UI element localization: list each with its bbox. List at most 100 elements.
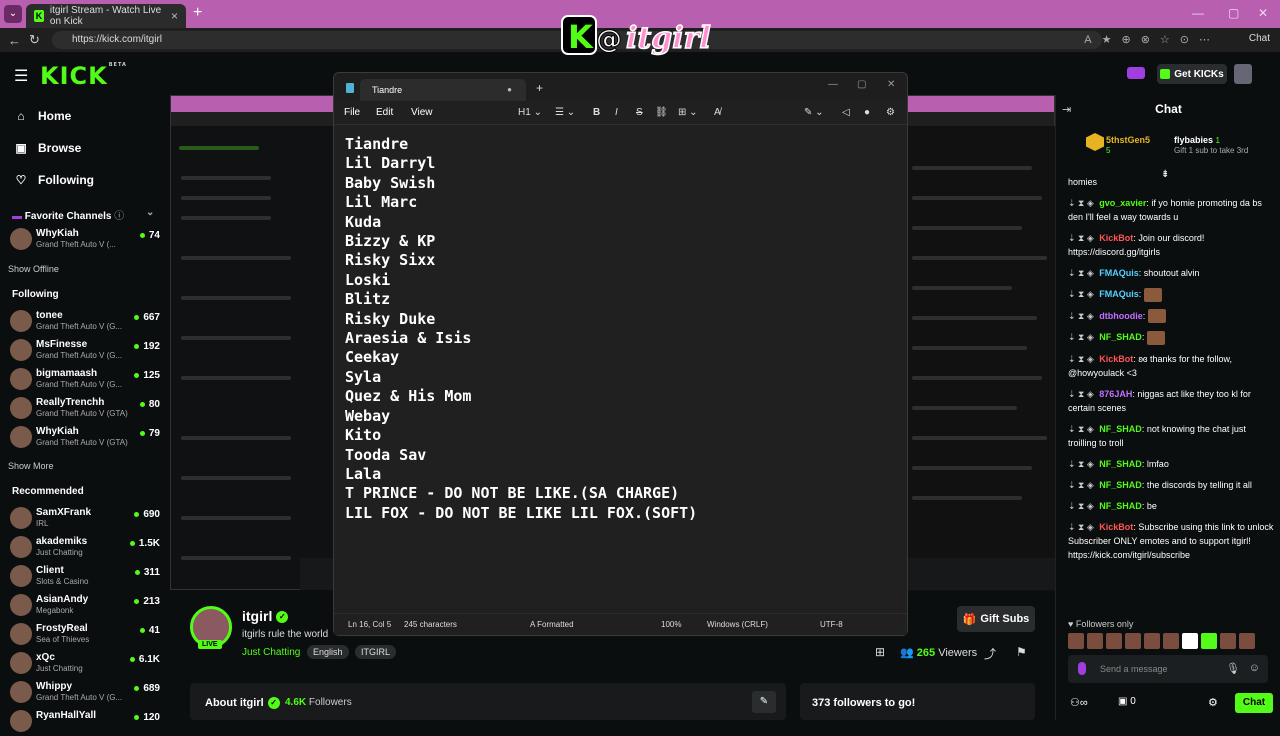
stream-category[interactable]: Just Chatting [242,647,300,658]
chat-send-button[interactable]: Chat [1235,693,1273,713]
close-icon[interactable]: ✕ [887,79,895,90]
nav-following[interactable]: ♡ Following [0,164,170,196]
italic-icon[interactable]: I [615,107,618,118]
menu-file[interactable]: File [344,107,360,118]
minimize-icon[interactable]: — [828,79,838,90]
chat-input[interactable]: Send a message 🎙 ☺ [1068,655,1268,683]
menu-edit[interactable]: Edit [376,107,393,118]
user-avatar[interactable] [1234,64,1252,84]
chat-message[interactable]: ⇣ ⧗ ◈ NF_SHAD: the discords by telling i… [1068,478,1276,492]
report-icon[interactable]: ⚑ [1016,645,1027,659]
emote[interactable] [1201,633,1217,649]
sidebar-channel-row[interactable]: FrostyReal Sea of Thieves 41 [10,621,160,649]
chat-username[interactable]: NF_SHAD [1099,332,1142,342]
emote[interactable] [1106,633,1122,649]
tag-itgirl[interactable]: ITGIRL [355,645,397,659]
kicks-bag-icon[interactable] [1127,67,1145,79]
streamer-name[interactable]: itgirl ✓ [242,608,289,624]
show-more-link[interactable]: Show More [8,461,54,471]
infinity-icon[interactable]: ⚇∞ [1070,696,1088,709]
format-status[interactable]: A Formatted [530,620,574,629]
window-close-icon[interactable]: ✕ [1258,6,1268,20]
bold-icon[interactable]: B [593,107,600,118]
chat-message[interactable]: ⇣ ⧗ ◈ NF_SHAD: be [1068,499,1276,513]
chat-message[interactable]: ⇣ ⧗ ◈ NF_SHAD: not knowing the chat just… [1068,422,1276,450]
sidebar-channel-row[interactable]: ReallyTrenchh Grand Theft Auto V (GTA) 80 [10,395,160,423]
chat-message[interactable]: ⇣ ⧗ ◈ gvo_xavier: if yo homie promoting … [1068,196,1276,224]
new-tab-icon[interactable]: + [193,4,202,22]
browser-tab[interactable]: K itgirl Stream - Watch Live on Kick × [26,4,186,28]
sidebar-channel-row[interactable]: Whippy Grand Theft Auto V (G... 689 [10,679,160,707]
gift-subs-button[interactable]: 🎁 Gift Subs [957,606,1035,632]
unsaved-dot-icon[interactable]: ● [507,79,512,101]
line-endings[interactable]: Windows (CRLF) [707,620,768,629]
sidebar-channel-row[interactable]: akademiks Just Chatting 1.5K [10,534,160,562]
emote[interactable] [1144,633,1160,649]
table-icon[interactable]: ⊞ ⌄ [678,107,698,118]
emote[interactable] [1163,633,1179,649]
chat-username[interactable]: NF_SHAD [1099,501,1142,511]
sidebar-channel-row[interactable]: SamXFrank IRL 690 [10,505,160,533]
favorite-channel-row[interactable]: WhyKiah Grand Theft Auto V (... 74 [10,226,160,254]
chat-message[interactable]: ⇣ ⧗ ◈ dtbhoodie: [1068,309,1276,324]
chat-message[interactable]: ⇣ ⧗ ◈ KickBot: Subscribe using this link… [1068,520,1276,562]
emote[interactable] [1068,633,1084,649]
chat-message[interactable]: ⇣ ⧗ ◈ FMAQuis: [1068,287,1276,302]
clear-format-icon[interactable]: A̸ [714,107,721,118]
emote[interactable] [1220,633,1236,649]
kick-logo[interactable]: KICKBETA [40,62,127,90]
top-gifter-1[interactable]: 5thstGen5 5 [1106,135,1150,155]
heading-dropdown[interactable]: H1 ⌄ [518,107,542,118]
chat-message[interactable]: homies [1068,175,1276,189]
close-tab-icon[interactable]: × [171,9,178,23]
sidebar-channel-row[interactable]: AsianAndy Megabonk 213 [10,592,160,620]
chat-message[interactable]: ⇣ ⧗ ◈ KickBot: Join our discord! https:/… [1068,231,1276,259]
share-icon[interactable]: ⤴ [984,645,996,662]
maximize-icon[interactable]: ▢ [1228,6,1239,20]
notepad-tab[interactable]: Tiandre ● [360,79,526,101]
copilot-chat-button[interactable]: Chat [1249,33,1270,44]
copilot-rewrite-icon[interactable]: ✎ ⌄ [804,107,824,118]
settings-icon[interactable]: ⚙ [886,107,895,118]
nav-home[interactable]: ⌂ Home [0,100,170,132]
recent-emotes[interactable] [1068,633,1268,649]
reload-icon[interactable]: ↻ [29,32,40,48]
account-icon[interactable]: ● [864,107,870,118]
chat-username[interactable]: 876JAH [1099,389,1132,399]
sidebar-channel-row[interactable]: MsFinesse Grand Theft Auto V (G... 192 [10,337,160,365]
menu-icon[interactable]: ☰ [14,66,28,86]
back-icon[interactable]: ← [8,33,21,48]
settings-icon[interactable]: ⚙ [1208,696,1218,709]
get-kicks-button[interactable]: Get KICKs [1157,64,1227,84]
sidebar-channel-row[interactable]: WhyKiah Grand Theft Auto V (GTA) 79 [10,424,160,452]
emote[interactable] [1182,633,1198,649]
sidebar-channel-row[interactable]: tonee Grand Theft Auto V (G... 667 [10,308,160,336]
chat-username[interactable]: NF_SHAD [1099,424,1142,434]
voice-icon[interactable]: 🎙 [1226,662,1240,675]
chat-username[interactable]: NF_SHAD [1099,480,1142,490]
tag-english[interactable]: English [307,645,349,659]
chat-message[interactable]: ⇣ ⧗ ◈ 876JAH: niggas act like they too k… [1068,387,1276,415]
nav-browse[interactable]: ▣ Browse [0,132,170,164]
emote[interactable] [1087,633,1103,649]
chat-username[interactable]: KickBot [1099,354,1133,364]
layout-icon[interactable]: ⊞ [875,645,885,659]
zoom-level[interactable]: 100% [661,620,681,629]
chat-message[interactable]: ⇣ ⧗ ◈ FMAQuis: shoutout alvin [1068,266,1276,280]
list-icon[interactable]: ☰ ⌄ [555,107,575,118]
notification-icon[interactable]: ◁ [842,107,850,118]
notepad-text-area[interactable]: Tiandre Lil Darryl Baby Swish Lil Marc Kuda B… [345,135,697,523]
maximize-icon[interactable]: ▢ [857,79,866,90]
chat-username[interactable]: gvo_xavier [1099,198,1146,208]
chat-message[interactable]: ⇣ ⧗ ◈ NF_SHAD: lmfao [1068,457,1276,471]
browser-extension-icons[interactable]: A★⊕⊗☆⊙⋯ [1084,33,1220,46]
menu-view[interactable]: View [411,107,433,118]
chat-username[interactable]: KickBot [1099,522,1133,532]
emote[interactable] [1239,633,1255,649]
edit-icon[interactable]: ✎ [752,691,776,713]
chat-message[interactable]: ⇣ ⧗ ◈ NF_SHAD: [1068,330,1276,345]
kicks-balance[interactable]: ▣ 0 [1118,696,1136,707]
chat-username[interactable]: KickBot [1099,233,1133,243]
chat-username[interactable]: FMAQuis [1099,289,1139,299]
link-icon[interactable]: ⛓ [655,107,668,118]
